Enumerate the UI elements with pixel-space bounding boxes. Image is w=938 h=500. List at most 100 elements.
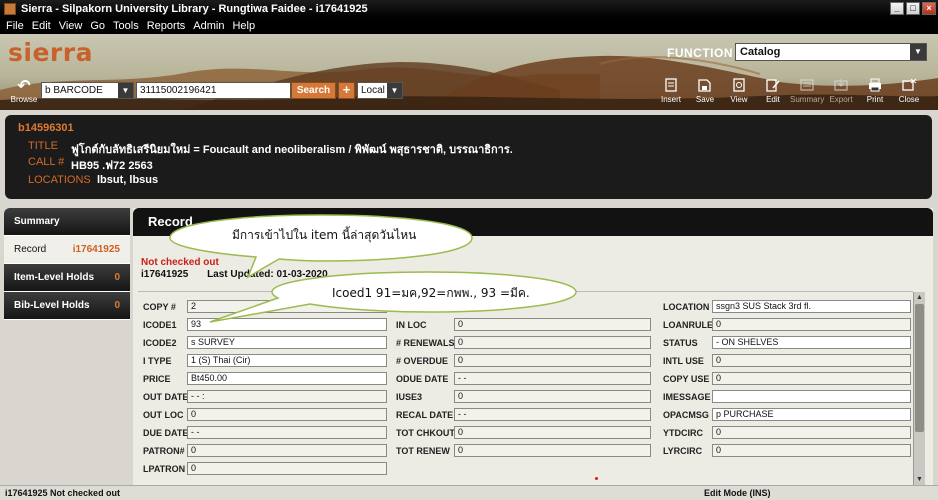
view-icon [733,78,745,92]
field-label: OUT DATE [143,392,189,402]
status-right: Edit Mode (INS) [704,488,771,498]
field-label: LOANRULE [663,320,713,330]
maximize-button[interactable]: □ [906,2,920,15]
field-label: OUT LOC [143,410,184,420]
view-button[interactable]: View [722,78,756,104]
ytdcirc-field[interactable]: 0 [712,426,911,439]
summary-button[interactable]: Summary [790,78,824,104]
export-label: Export [829,95,853,104]
close-window-button[interactable]: × [922,2,936,15]
tot-renew-field[interactable]: 0 [454,444,651,457]
nav-count: 0 [114,272,120,283]
field-label: IUSE3 [396,392,423,402]
save-button[interactable]: Save [688,78,722,104]
field-label: LYRCIRC [663,446,703,456]
print-button[interactable]: Print [858,78,892,104]
record-header: b14596301 TITLE ฟูโกต์กับลัทธิเสรีนิยมให… [5,115,932,199]
summary-icon [800,79,814,91]
due-date-field[interactable]: - - [187,426,387,439]
scroll-up-icon[interactable]: ▲ [915,293,924,302]
title-label: TITLE [28,140,58,152]
nav-item-record[interactable]: Record i17641925 [4,236,130,264]
close-button[interactable]: Close [892,78,926,104]
search-input[interactable]: 31115002196421 [136,82,291,99]
menu-bar: File Edit View Go Tools Reports Admin He… [0,18,938,34]
price-field[interactable]: Bt450.00 [187,372,387,385]
status-bar: i17641925 Not checked out Edit Mode (INS… [0,485,938,500]
search-index-select[interactable]: b BARCODE ▼ [41,82,134,99]
insert-button[interactable]: Insert [654,78,688,104]
menu-go[interactable]: Go [90,20,105,32]
save-icon [698,79,711,92]
nav-item-item-level-holds[interactable]: Item-Level Holds 0 [4,264,130,292]
scrollbar-thumb[interactable] [915,304,924,432]
status-field[interactable]: - ON SHELVES [712,336,911,349]
out-date-field[interactable]: - - : [187,390,387,403]
recal-date-field[interactable]: - - [454,408,651,421]
nav-label: Item-Level Holds [14,272,95,283]
bib-record-id: b14596301 [18,122,74,134]
function-label: FUNCTION [667,46,733,60]
menu-tools[interactable]: Tools [113,20,139,32]
menu-edit[interactable]: Edit [32,20,51,32]
opacmsg-field[interactable]: p PURCHASE [712,408,911,421]
odue-date-field[interactable]: - - [454,372,651,385]
menu-reports[interactable]: Reports [147,20,186,32]
lyrcirc-field[interactable]: 0 [712,444,911,457]
vertical-scrollbar[interactable]: ▲ ▼ [913,292,925,485]
field-label: ICODE2 [143,338,177,348]
field-label: IMESSAGE [663,392,711,402]
call-number-label: CALL # [28,156,65,168]
imessage-field[interactable] [712,390,911,403]
sierra-logo: sierra [8,38,93,67]
browse-button[interactable]: ↶ Browse [8,79,40,105]
add-search-button[interactable]: + [338,82,355,99]
field-label: YTDCIRC [663,428,703,438]
overdue-field[interactable]: 0 [454,354,651,367]
view-label: View [730,95,748,104]
field-label: TOT RENEW [396,446,450,456]
search-index-value: b BARCODE [45,85,103,96]
window-controls: _ □ × [890,2,936,15]
field-label: OPACMSG [663,410,709,420]
itype-field[interactable]: 1 (S) Thai (Cir) [187,354,387,367]
minimize-button[interactable]: _ [890,2,904,15]
menu-admin[interactable]: Admin [193,20,224,32]
renewals-field[interactable]: 0 [454,336,651,349]
app-icon [4,3,16,15]
tot-chkout-field[interactable]: 0 [454,426,651,439]
icode2-field[interactable]: s SURVEY [187,336,387,349]
summary-label: Summary [790,95,825,104]
chevron-down-icon: ▼ [910,44,926,60]
out-loc-field[interactable]: 0 [187,408,387,421]
print-icon [869,78,881,92]
field-label: RECAL DATE [396,410,454,420]
scope-select[interactable]: Local ▼ [357,82,403,99]
menu-view[interactable]: View [59,20,83,32]
field-label: COPY USE [663,374,710,384]
menu-help[interactable]: Help [232,20,255,32]
intl-use-field[interactable]: 0 [712,354,911,367]
nav-item-bib-level-holds[interactable]: Bib-Level Holds 0 [4,292,130,320]
scroll-down-icon[interactable]: ▼ [915,475,924,484]
field-label: # RENEWALS [396,338,455,348]
title-bar: Sierra - Silpakorn University Library - … [0,0,938,18]
nav-label: Bib-Level Holds [14,300,90,311]
function-value: Catalog [740,46,781,58]
field-label: PRICE [143,374,171,384]
copy-use-field[interactable]: 0 [712,372,911,385]
search-button[interactable]: Search [291,82,336,99]
callout-bottom-text: Icoed1 91=มค,92=กพพ., 93 =มีค. [332,286,530,300]
marker-dot [595,477,598,480]
lpatron-field[interactable]: 0 [187,462,387,475]
iuse3-field[interactable]: 0 [454,390,651,403]
export-button[interactable]: Export [824,78,858,104]
field-label: ICODE1 [143,320,177,330]
function-select[interactable]: Catalog ▼ [735,43,927,61]
menu-file[interactable]: File [6,20,24,32]
nav-item-summary[interactable]: Summary [4,208,130,236]
edit-button[interactable]: Edit [756,78,790,104]
loanrule-field[interactable]: 0 [712,318,911,331]
location-field[interactable]: ssgn3 SUS Stack 3rd fl. [712,300,911,313]
patron-number-field[interactable]: 0 [187,444,387,457]
